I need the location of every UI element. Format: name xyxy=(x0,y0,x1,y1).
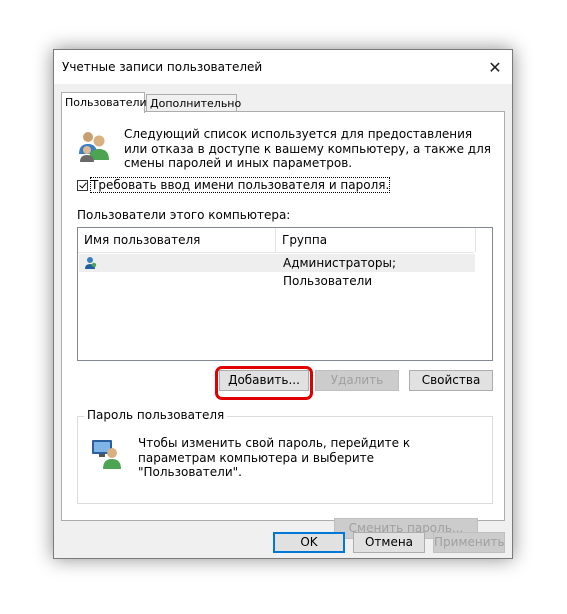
description-text: Следующий список используется для предос… xyxy=(124,127,491,170)
cancel-button[interactable]: Отмена xyxy=(353,532,425,553)
table-row[interactable]: Администраторы; Пользователи xyxy=(79,254,475,288)
properties-button[interactable]: Свойства xyxy=(409,370,493,391)
tab-advanced[interactable]: Дополнительно xyxy=(146,94,241,112)
window-title: Учетные записи пользователей xyxy=(62,60,263,74)
ok-button-label: OK xyxy=(300,535,318,549)
highlight-ring xyxy=(215,366,313,400)
password-group-title: Пароль пользователя xyxy=(84,408,228,422)
column-header-group[interactable]: Группа xyxy=(276,228,476,252)
row-group-cell: Администраторы; Пользователи xyxy=(283,256,397,288)
user-icon xyxy=(85,257,97,269)
close-button[interactable]: ✕ xyxy=(478,50,512,84)
properties-button-label: Свойства xyxy=(421,373,481,387)
apply-button[interactable]: Применить xyxy=(433,532,505,553)
remove-user-button-label: Удалить xyxy=(330,373,384,387)
cancel-button-label: Отмена xyxy=(364,535,414,549)
user-accounts-dialog: Учетные записи пользователей ✕ Пользоват… xyxy=(53,49,513,559)
tab-users[interactable]: Пользователи xyxy=(61,92,147,113)
users-list-label: Пользователи этого компьютера: xyxy=(77,208,291,222)
users-icon xyxy=(79,132,109,162)
users-tab-panel: Следующий список используется для предос… xyxy=(61,111,505,539)
password-info-text: Чтобы изменить свой пароль, перейдите к … xyxy=(138,436,411,479)
require-login-row[interactable]: Требовать ввод имени пользователя и паро… xyxy=(77,177,391,193)
column-header-username[interactable]: Имя пользователя xyxy=(78,228,276,252)
require-login-checkbox[interactable] xyxy=(77,179,88,191)
apply-button-label: Применить xyxy=(434,535,505,549)
list-header: Имя пользователя Группа xyxy=(78,228,476,253)
title-bar: Учетные записи пользователей ✕ xyxy=(54,50,512,84)
require-login-label[interactable]: Требовать ввод имени пользователя и паро… xyxy=(89,177,391,193)
ok-button[interactable]: OK xyxy=(273,532,345,553)
user-monitor-icon xyxy=(92,440,121,469)
close-icon: ✕ xyxy=(488,57,502,77)
remove-user-button[interactable]: Удалить xyxy=(315,370,399,391)
users-listview[interactable]: Имя пользователя Группа Администраторы; … xyxy=(77,227,493,361)
